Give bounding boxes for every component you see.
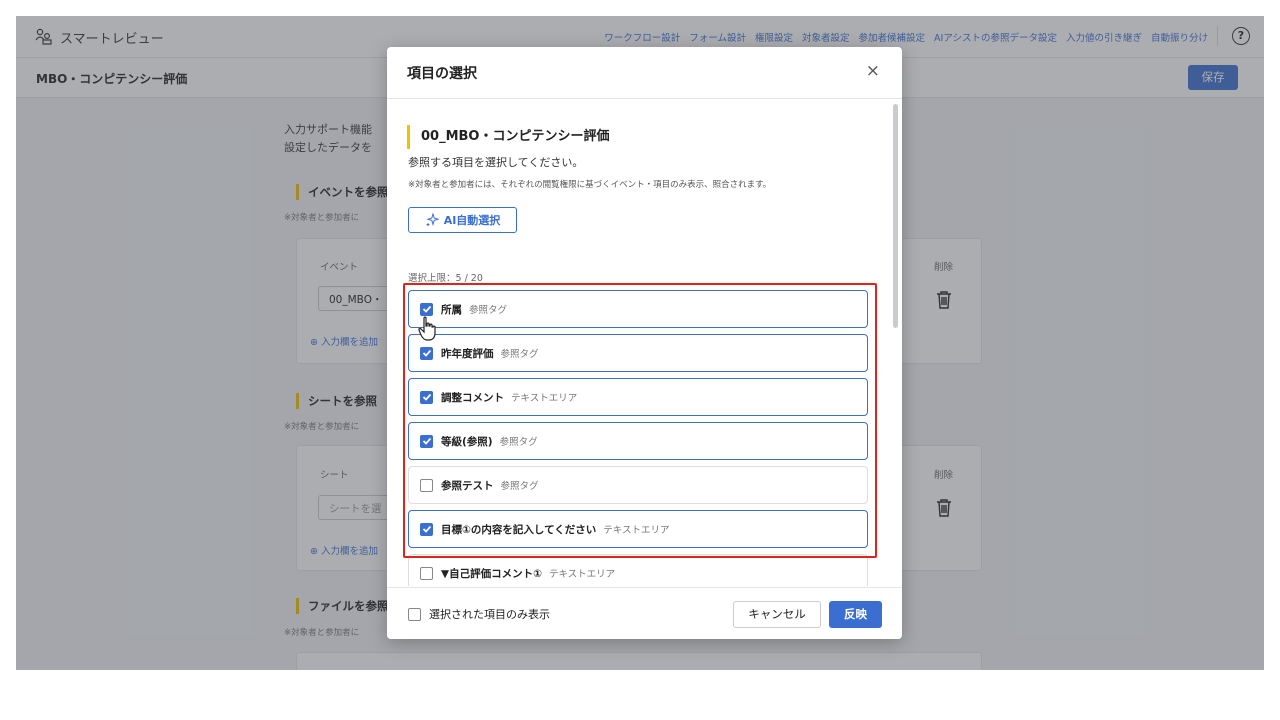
dialog-permission-note: ※対象者と参加者には、それぞれの閲覧権限に基づくイベント・項目のみ表示、照合され… bbox=[408, 180, 772, 190]
show-selected-only-toggle[interactable]: 選択された項目のみ表示 bbox=[408, 606, 550, 622]
hand-pointer-cursor-icon bbox=[418, 316, 436, 341]
dialog-header: 項目の選択 × bbox=[387, 47, 902, 99]
close-icon[interactable]: × bbox=[866, 61, 880, 81]
item-type: テキストエリア bbox=[548, 569, 616, 580]
ai-auto-select-label: AI自動選択 bbox=[443, 214, 501, 227]
dialog-footer: 選択された項目のみ表示 キャンセル 反映 bbox=[387, 587, 902, 639]
checkbox-unchecked-icon[interactable] bbox=[408, 607, 421, 621]
dialog-description: 参照する項目を選択してください。 bbox=[408, 156, 584, 169]
event-title: 00_MBO・コンピテンシー評価 bbox=[407, 125, 610, 149]
cancel-button[interactable]: キャンセル bbox=[733, 601, 821, 628]
dialog-title: 項目の選択 bbox=[407, 66, 477, 82]
ai-auto-select-button[interactable]: AI自動選択 bbox=[408, 207, 517, 233]
sparkle-icon bbox=[425, 213, 439, 227]
apply-button[interactable]: 反映 bbox=[829, 601, 882, 628]
annotation-highlight-box bbox=[403, 283, 877, 558]
checkbox-unchecked-icon[interactable] bbox=[420, 566, 433, 580]
selection-limit: 選択上限：5 / 20 bbox=[408, 273, 483, 284]
item-name: ▼自己評価コメント① bbox=[441, 567, 542, 580]
show-selected-only-label: 選択された項目のみ表示 bbox=[429, 608, 550, 621]
item-self-eval-comment[interactable]: ▼自己評価コメント① テキストエリア bbox=[408, 554, 868, 586]
